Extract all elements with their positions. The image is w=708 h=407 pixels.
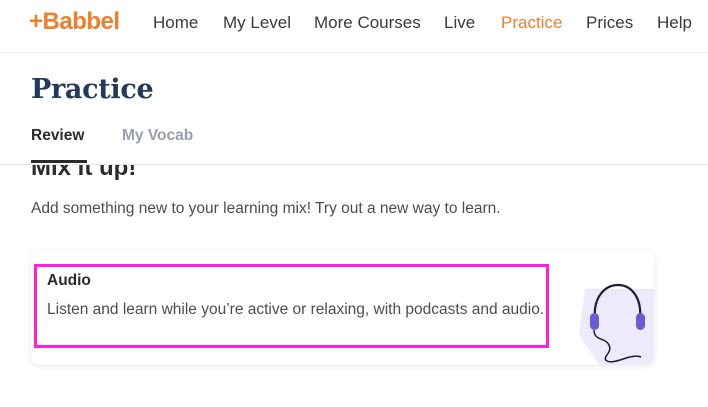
nav-help[interactable]: Help [657, 13, 692, 33]
nav-live[interactable]: Live [444, 13, 475, 33]
headphones-icon [579, 283, 654, 365]
nav-prices[interactable]: Prices [586, 13, 633, 33]
section-title: Mix it up! [31, 165, 137, 181]
section-subtitle: Add something new to your learning mix! … [31, 200, 501, 217]
audio-card[interactable]: Audio Listen and learn while you’re acti… [31, 251, 654, 365]
tab-my-vocab[interactable]: My Vocab [122, 127, 193, 145]
scroll-content[interactable]: Mix it up! Add something new to your lea… [0, 165, 708, 407]
page-title: Practice [31, 74, 154, 105]
nav-more-courses[interactable]: More Courses [314, 13, 421, 33]
babbel-logo[interactable]: +Babbel [29, 8, 120, 36]
nav-practice[interactable]: Practice [501, 13, 562, 33]
card-title: Audio [47, 272, 91, 289]
nav-home[interactable]: Home [153, 13, 198, 33]
card-description: Listen and learn while you’re active or … [47, 301, 545, 318]
top-navigation: +Babbel Home My Level More Courses Live … [0, 0, 708, 53]
nav-my-level[interactable]: My Level [223, 13, 291, 33]
tab-review[interactable]: Review [31, 127, 84, 145]
active-tab-indicator [31, 160, 87, 163]
